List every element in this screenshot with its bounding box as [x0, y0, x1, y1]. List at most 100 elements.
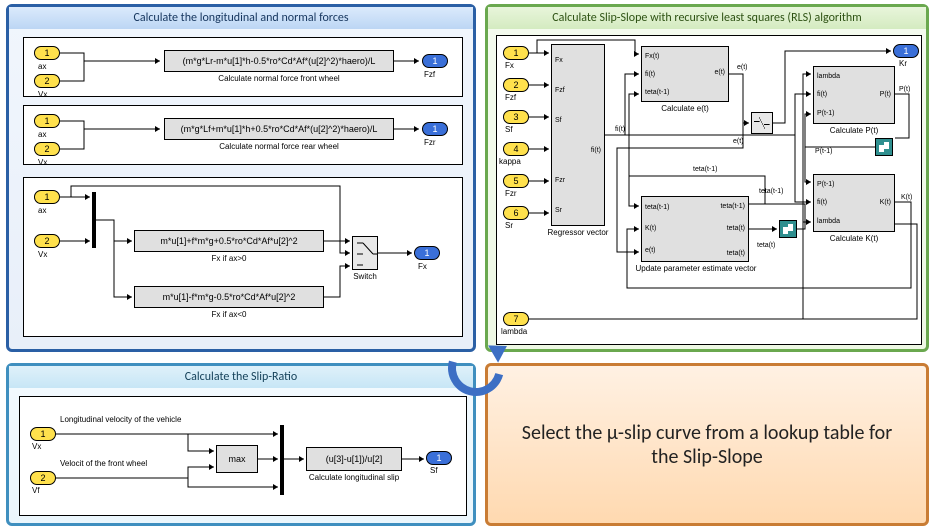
- p: teta(t-1): [645, 204, 670, 211]
- block-calc-e: Fx(t) fi(t) teta(t-1) e(t): [641, 46, 729, 102]
- siglabel: P(t): [899, 86, 910, 93]
- block-caption: Regressor vector: [541, 228, 615, 237]
- p: P(t): [880, 91, 891, 98]
- block-max: max: [216, 445, 258, 473]
- panel1-title: Calculate the longitudinal and normal fo…: [9, 7, 473, 29]
- siglabel: e(t): [737, 64, 748, 71]
- outport-1: 1: [422, 122, 448, 136]
- fcn-block-fx-neg: m*u[1]-f*m*g-0.5*ro*Cd*Af*u[2]^2: [134, 286, 324, 308]
- lbl: Sr: [505, 221, 513, 230]
- fcn-block-fzr: (m*g*Lf+m*u[1]*h+0.5*ro*Cd*Af*(u[2]^2)*h…: [164, 118, 394, 140]
- inport-vf: 2: [30, 471, 56, 485]
- p: K(t): [645, 225, 656, 232]
- p: Fx: [555, 57, 563, 64]
- inport-1-label: ax: [38, 206, 46, 215]
- panel3-title: Calculate the Slip-Ratio: [9, 366, 473, 388]
- p: teta(t): [727, 250, 745, 257]
- inport-vx: 1: [30, 427, 56, 441]
- p: P(t-1): [817, 110, 835, 117]
- lbl: lambda: [501, 327, 527, 336]
- inport-kappa: 4: [503, 142, 529, 156]
- block-caption: Calculate P(t): [813, 126, 895, 135]
- panel-slip-ratio: Calculate the Slip-Ratio 1 Vx Longitudin…: [6, 363, 476, 526]
- lbl: Fzr: [505, 189, 517, 198]
- panel-mu-slip-lookup: Select the μ-slip curve from a lookup ta…: [485, 363, 929, 526]
- lbl: kappa: [499, 157, 521, 166]
- subsystem-slip-ratio: 1 Vx Longitudinal velocity of the vehicl…: [19, 396, 467, 516]
- mux-block: [280, 425, 284, 495]
- p: fi(t): [817, 199, 827, 206]
- mux-block: [92, 192, 96, 248]
- inport-2-label: Vx: [38, 250, 47, 259]
- inport-1-label: ax: [38, 130, 46, 139]
- lbl: Sf: [505, 125, 513, 134]
- subsystem-normal-force-front: 1 ax 2 Vx (m*g*Lr-m*u[1]*h-0.5*ro*Cd*Af*…: [23, 37, 463, 97]
- p: teta(t): [727, 225, 745, 232]
- inport-1: 1: [34, 46, 60, 60]
- siglabel: K(t): [901, 194, 912, 201]
- block-update-param: teta(t-1) teta(t-1) K(t) teta(t) e(t) te…: [641, 196, 749, 262]
- inport-fzr: 5: [503, 174, 529, 188]
- lbl: Kr: [899, 59, 907, 68]
- block-caption: Calculate K(t): [813, 234, 895, 243]
- lbl: Vf: [32, 486, 40, 495]
- siglabel: teta(t): [757, 242, 775, 249]
- p: P(t-1): [817, 181, 835, 188]
- switch-caption: Switch: [346, 272, 384, 281]
- fcn-caption: Fx if ax>0: [134, 254, 324, 263]
- inport-2: 2: [34, 142, 60, 156]
- inport-1: 1: [34, 190, 60, 204]
- txt: max: [228, 454, 245, 464]
- panel-slip-slope-rls: Calculate Slip-Slope with recursive leas…: [485, 4, 929, 352]
- outport-1-label: Fzf: [424, 70, 435, 79]
- inport-sr: 6: [503, 206, 529, 220]
- lbl: Fx: [505, 61, 514, 70]
- fcn-expr: m*u[1]-f*m*g-0.5*ro*Cd*Af*u[2]^2: [163, 292, 296, 302]
- p: e(t): [715, 69, 726, 76]
- outport-1: 1: [414, 246, 440, 260]
- p: Fzr: [555, 177, 565, 184]
- inport-2-label: Vx: [38, 90, 47, 99]
- subsystem-rls: 1Fx 2Fzf 3Sf 4kappa 5Fzr 6Sr 7lambda Fx …: [496, 35, 922, 345]
- lbl: Sf: [430, 466, 438, 475]
- fcn-block-fzf: (m*g*Lr-m*u[1]*h-0.5*ro*Cd*Af*(u[2]^2)*h…: [164, 50, 394, 72]
- outport-1: 1: [422, 54, 448, 68]
- fcn-expr: (m*g*Lf+m*u[1]*h+0.5*ro*Cd*Af*(u[2]^2)*h…: [181, 124, 378, 134]
- txt: (u[3]-u[1])/u[2]: [326, 454, 383, 464]
- panel2-title: Calculate Slip-Slope with recursive leas…: [488, 7, 926, 29]
- p: Sr: [555, 207, 562, 214]
- subsystem-fx: 1 ax 2 Vx m*u[1]+f*m*g+0.5*ro*Cd*Af*u[2]…: [23, 177, 463, 337]
- inport-lambda: 7: [503, 312, 529, 326]
- caption: Calculate longitudinal slip: [296, 473, 412, 482]
- fcn-caption: Calculate normal force rear wheel: [164, 142, 394, 151]
- fcn-expr: m*u[1]+f*m*g+0.5*ro*Cd*Af*u[2]^2: [160, 236, 297, 246]
- p: Fx(t): [645, 53, 659, 60]
- inport-1-label: ax: [38, 62, 46, 71]
- p: teta(t-1): [645, 89, 670, 96]
- p: lambda: [817, 73, 840, 80]
- block-caption: Update parameter estimate vector: [631, 264, 761, 273]
- lbl: Velocit of the front wheel: [60, 459, 147, 468]
- inport-fzf: 2: [503, 78, 529, 92]
- p: lambda: [817, 218, 840, 225]
- inport-2: 2: [34, 74, 60, 88]
- inport-2: 2: [34, 234, 60, 248]
- fcn-block-fx-pos: m*u[1]+f*m*g+0.5*ro*Cd*Af*u[2]^2: [134, 230, 324, 252]
- block-regressor-vector: Fx Fzf Sf fi(t) Fzr Sr: [551, 44, 605, 226]
- siglabel: e(t): [733, 138, 744, 145]
- p: fi(t): [817, 91, 827, 98]
- outport-kr: 1: [893, 44, 919, 58]
- p: Sf: [555, 117, 562, 124]
- siglabel: teta(t-1): [693, 166, 718, 173]
- fcn-expr: (m*g*Lr-m*u[1]*h-0.5*ro*Cd*Af*(u[2]^2)*h…: [183, 56, 376, 66]
- panel4-text: Select the μ-slip curve from a lookup ta…: [488, 421, 926, 469]
- siglabel: teta(t-1): [759, 188, 784, 195]
- inport-1: 1: [34, 114, 60, 128]
- p: fi(t): [591, 147, 601, 154]
- p: fi(t): [645, 71, 655, 78]
- siglabel: P(t-1): [815, 148, 833, 155]
- block-saturation: [751, 112, 773, 134]
- fcn-block-slip: (u[3]-u[1])/u[2]: [306, 447, 402, 471]
- lbl: Longitudinal velocity of the vehicle: [60, 415, 181, 424]
- siglabel: fi(t): [615, 126, 625, 133]
